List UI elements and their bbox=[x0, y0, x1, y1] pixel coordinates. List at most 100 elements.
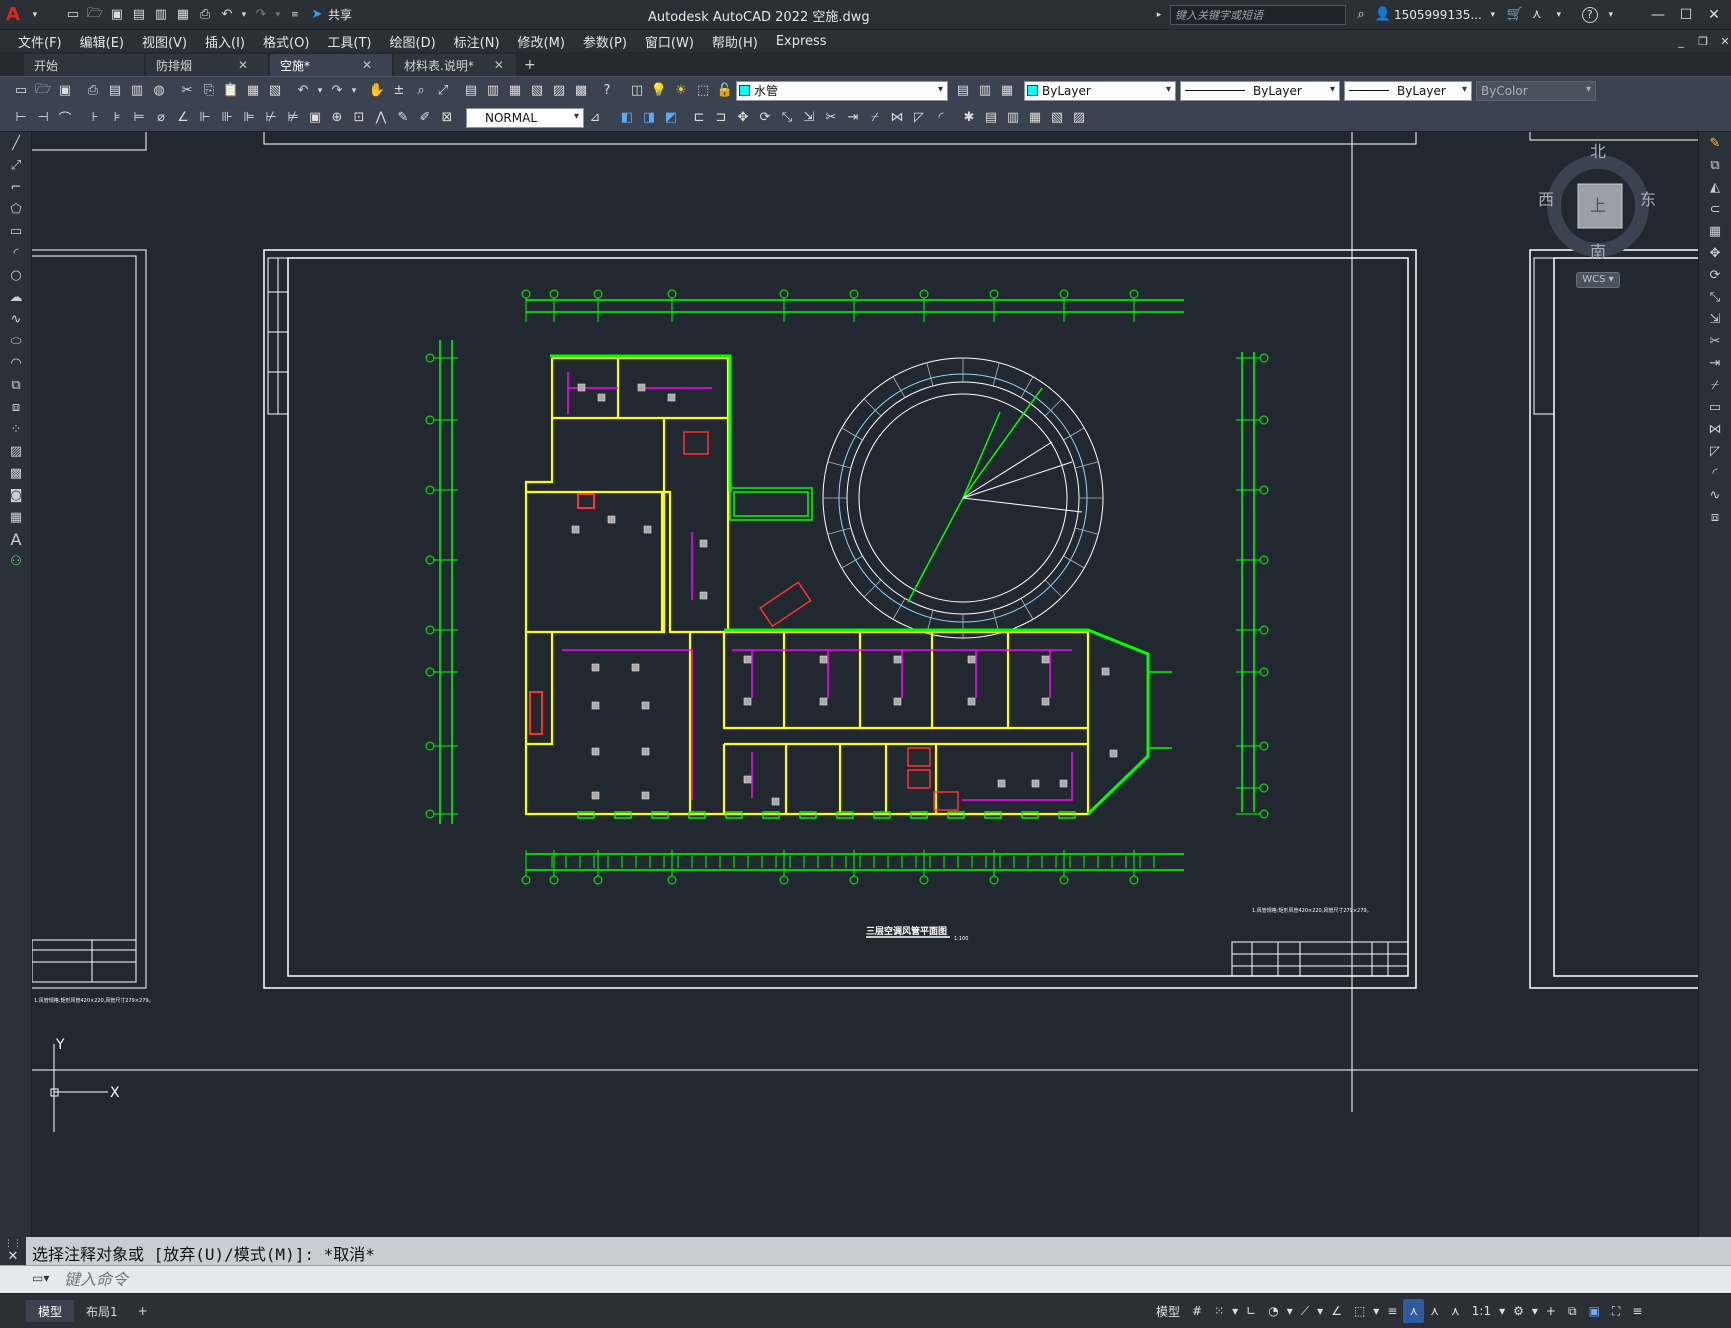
qnew-icon[interactable]: ▭ bbox=[12, 82, 30, 100]
menu-item[interactable]: 窗口(W) bbox=[645, 32, 694, 51]
viewcube-west[interactable]: 西 bbox=[1538, 186, 1554, 210]
layer-select[interactable]: 水管 ▾ bbox=[736, 80, 948, 101]
close-icon[interactable]: ✕ bbox=[0, 1249, 26, 1264]
new-file-icon[interactable]: ▭ bbox=[64, 6, 82, 24]
save-icon[interactable]: ▣ bbox=[56, 82, 74, 100]
offset-icon[interactable]: ⊂ bbox=[1699, 198, 1731, 220]
extend-icon[interactable]: ⇥ bbox=[1699, 352, 1731, 374]
add-selected-icon[interactable]: ⚇ bbox=[0, 550, 32, 572]
layer-previous-icon[interactable]: ▥ bbox=[976, 82, 994, 100]
linetype-select[interactable]: ByLayer ▾ bbox=[1180, 80, 1340, 101]
layer-props-icon[interactable]: ◫ bbox=[628, 82, 646, 100]
plot-icon[interactable]: ⎙ bbox=[84, 82, 102, 100]
polyline-icon[interactable]: ⌐ bbox=[0, 176, 32, 198]
auto-scale-icon[interactable]: ⋏ bbox=[1424, 1299, 1445, 1323]
print-icon[interactable]: ⎙ bbox=[196, 6, 214, 24]
lineweight-icon[interactable]: ≡ bbox=[1381, 1299, 1403, 1323]
jog-linear-icon[interactable]: ⋀ bbox=[372, 109, 390, 127]
add-layout-button[interactable]: + bbox=[130, 1300, 156, 1322]
dim-angular-icon[interactable]: ∠ bbox=[174, 109, 192, 127]
hatch-icon[interactable]: ▨ bbox=[0, 440, 32, 462]
layout-tab-model[interactable]: 模型 bbox=[26, 1300, 75, 1322]
layer-thaw-icon[interactable]: ☀ bbox=[672, 82, 690, 100]
menu-item[interactable]: 标注(N) bbox=[454, 32, 500, 51]
viewcube-south[interactable]: 南 bbox=[1590, 238, 1606, 262]
markup-icon[interactable]: ▨ bbox=[550, 82, 568, 100]
user-chevron-icon[interactable]: ▾ bbox=[1484, 6, 1502, 24]
viewcube[interactable]: 北 南 东 西 上 WCS ▾ bbox=[1538, 142, 1656, 308]
snap-icon[interactable]: ⁙ bbox=[1208, 1299, 1230, 1323]
save-icon[interactable]: ▣ bbox=[108, 6, 126, 24]
join-icon[interactable]: ⋈ bbox=[888, 109, 906, 127]
cut-icon[interactable]: ✂ bbox=[178, 82, 196, 100]
dim-linear-icon[interactable]: ⊢ bbox=[12, 109, 30, 127]
draworder-front-icon[interactable]: ▤ bbox=[982, 109, 1000, 127]
model-space[interactable]: .w { stroke: #ffffff; fill: none; stroke… bbox=[32, 132, 1698, 1237]
layer-on-icon[interactable]: 💡 bbox=[650, 82, 668, 100]
erase-icon[interactable]: ✎ bbox=[1699, 132, 1731, 154]
command-prompt-icon[interactable]: ▭▾ bbox=[32, 1271, 49, 1285]
polar-icon[interactable]: ◔ bbox=[1262, 1299, 1284, 1323]
zoom-realtime-icon[interactable]: ± bbox=[390, 82, 408, 100]
center-mark-icon[interactable]: ⊕ bbox=[328, 109, 346, 127]
draworder-text-icon[interactable]: ▨ bbox=[1070, 109, 1088, 127]
minimize-icon[interactable]: — bbox=[1644, 7, 1672, 23]
break-icon[interactable]: ⌿ bbox=[866, 109, 884, 127]
revcloud-icon[interactable]: ☁ bbox=[0, 286, 32, 308]
make-current-icon[interactable]: ▤ bbox=[954, 82, 972, 100]
rotate-icon[interactable]: ⟳ bbox=[756, 109, 774, 127]
stretch-icon[interactable]: ⇲ bbox=[1699, 308, 1731, 330]
app-menu-chevron-icon[interactable]: ▾ bbox=[26, 6, 44, 24]
tool-palettes-icon[interactable]: ▦ bbox=[506, 82, 524, 100]
copy-icon[interactable]: ⎘ bbox=[200, 82, 218, 100]
draworder-above-icon[interactable]: ▦ bbox=[1026, 109, 1044, 127]
break-at-point-icon[interactable]: ⌿ bbox=[1699, 374, 1731, 396]
polygon-icon[interactable]: ⬠ bbox=[0, 198, 32, 220]
stretch-icon[interactable]: ⇲ bbox=[800, 109, 818, 127]
help-icon[interactable]: ? bbox=[598, 82, 616, 100]
layer-lock-icon[interactable]: 🔓 bbox=[716, 82, 734, 100]
dim-aligned-icon[interactable]: ⊣ bbox=[34, 109, 52, 127]
annotation-visibility-icon[interactable]: ⋏ bbox=[1403, 1299, 1425, 1323]
autocad-logo-icon[interactable]: A bbox=[6, 4, 20, 25]
viewcube-north[interactable]: 北 bbox=[1590, 138, 1606, 162]
scale-icon[interactable]: ⤡ bbox=[1699, 286, 1731, 308]
annotation-monitor-icon[interactable]: + bbox=[1540, 1299, 1562, 1323]
annotation-scale-value[interactable]: 1:1 bbox=[1466, 1299, 1497, 1323]
insert-block-icon[interactable]: ⧉ bbox=[0, 374, 32, 396]
move-icon[interactable]: ✥ bbox=[734, 109, 752, 127]
rotate-icon[interactable]: ⟳ bbox=[1699, 264, 1731, 286]
doc-close-icon[interactable]: ✕ bbox=[1716, 32, 1731, 50]
dim-jogged-icon[interactable]: ⊨ bbox=[130, 109, 148, 127]
dim-break-icon[interactable]: ⊭ bbox=[284, 109, 302, 127]
cart-icon[interactable]: 🛒 bbox=[1506, 6, 1524, 24]
graphics-performance-icon[interactable]: ▣ bbox=[1583, 1299, 1606, 1323]
clean-screen-icon[interactable]: ⛶ bbox=[1606, 1299, 1626, 1323]
table-icon[interactable]: ▦ bbox=[0, 506, 32, 528]
wcs-menu[interactable]: WCS ▾ bbox=[1576, 272, 1620, 288]
chamfer-icon[interactable]: ◸ bbox=[1699, 440, 1731, 462]
share-icon[interactable]: ➤ bbox=[308, 6, 326, 24]
redo-dropdown-icon[interactable]: ▾ bbox=[274, 6, 282, 24]
menu-item[interactable]: 修改(M) bbox=[518, 32, 565, 51]
export-icon[interactable]: ▦ bbox=[174, 6, 192, 24]
drawing-canvas[interactable]: .w { stroke: #ffffff; fill: none; stroke… bbox=[32, 132, 1698, 1237]
menu-item[interactable]: 文件(F) bbox=[18, 32, 62, 51]
design-center-icon[interactable]: ▥ bbox=[484, 82, 502, 100]
lineweight-select[interactable]: ByLayer ▾ bbox=[1344, 80, 1472, 101]
quick-calc-icon[interactable]: ▩ bbox=[572, 82, 590, 100]
plotstyle-select[interactable]: ByColor ▾ bbox=[1476, 80, 1596, 101]
undo-icon[interactable]: ↶ bbox=[218, 6, 236, 24]
object-snap-icon[interactable]: ⬚ bbox=[1348, 1299, 1371, 1323]
properties-icon[interactable]: ▤ bbox=[462, 82, 480, 100]
region-icon[interactable]: ◙ bbox=[0, 484, 32, 506]
rectangle-icon[interactable]: ▭ bbox=[0, 220, 32, 242]
menu-item[interactable]: 编辑(E) bbox=[80, 32, 124, 51]
ortho-icon[interactable]: ∟ bbox=[1240, 1299, 1262, 1323]
match-prop-icon[interactable]: ▦ bbox=[244, 82, 262, 100]
undo-dropdown-icon[interactable]: ▾ bbox=[240, 6, 248, 24]
trim-icon[interactable]: ✂ bbox=[1699, 330, 1731, 352]
doc-minimize-icon[interactable]: _ bbox=[1672, 32, 1690, 50]
dim-text-edit-icon[interactable]: ✐ bbox=[416, 109, 434, 127]
dimstyle-icon[interactable]: ⊿ bbox=[586, 109, 604, 127]
